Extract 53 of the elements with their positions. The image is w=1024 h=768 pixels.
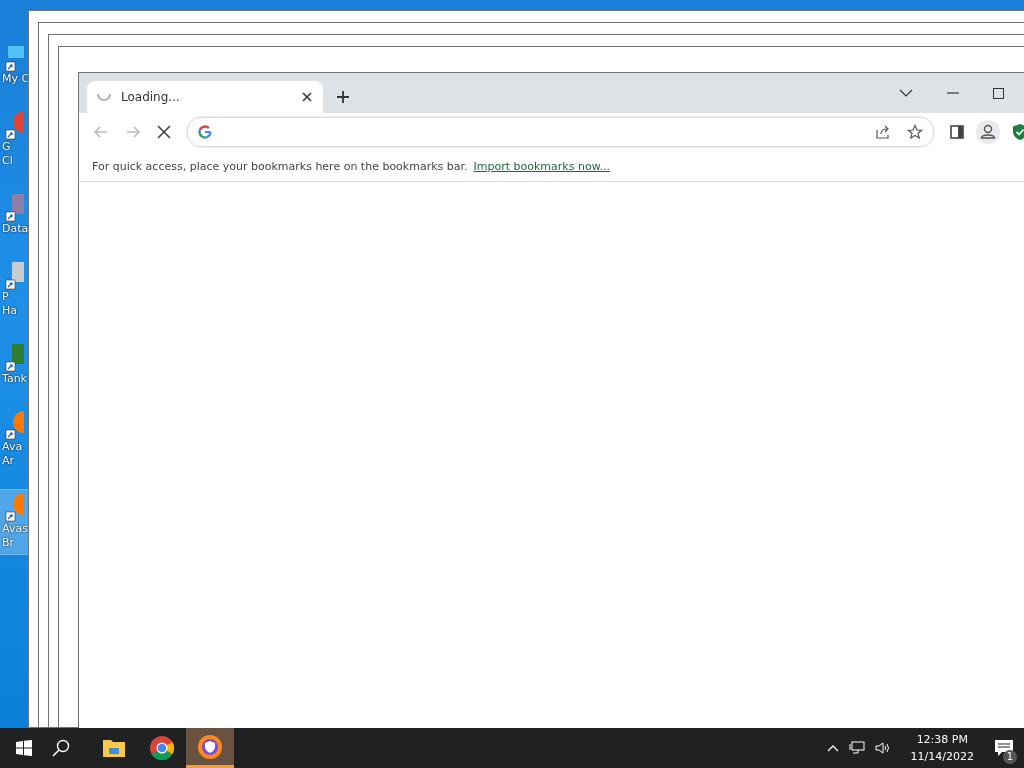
clock[interactable]: 12:38 PM 11/14/2022 — [900, 731, 984, 765]
import-bookmarks-link[interactable]: Import bookmarks now... — [473, 159, 611, 173]
close-icon[interactable] — [301, 91, 313, 103]
icon-label: Avas — [2, 522, 28, 536]
chevron-up-icon[interactable] — [826, 744, 839, 752]
taskbar-app[interactable] — [186, 728, 234, 768]
start-icon[interactable] — [16, 740, 32, 756]
tab-search-icon[interactable] — [899, 88, 913, 98]
shield-browser-icon — [198, 734, 222, 759]
spinner-icon — [97, 93, 111, 101]
icon-label: My C — [2, 72, 30, 86]
time: 12:38 PM — [916, 732, 968, 748]
desktop-icon[interactable]: My C — [0, 40, 30, 90]
notification-count: 1 — [1003, 750, 1017, 764]
icon-label: G — [2, 140, 11, 154]
desktop-icon[interactable]: P Ha — [0, 258, 30, 322]
app-icon — [4, 110, 24, 140]
network-icon[interactable] — [848, 741, 865, 755]
maximize-icon[interactable] — [993, 87, 1004, 99]
tab-title: Loading... — [121, 90, 181, 104]
stop-icon[interactable] — [157, 125, 171, 139]
date: 11/14/2022 — [910, 749, 974, 765]
icon-label: P — [2, 290, 9, 304]
speaker-icon[interactable] — [874, 741, 891, 755]
desktop-icon[interactable]: Data — [0, 190, 30, 240]
profile-icon[interactable] — [976, 120, 1000, 144]
app-icon — [4, 260, 24, 290]
icon-label: Tank — [2, 372, 27, 386]
shield-icon[interactable] — [1012, 123, 1024, 141]
search-icon[interactable] — [52, 739, 70, 757]
icon-label: Cl — [2, 154, 13, 168]
app-icon — [4, 342, 24, 372]
desktop-icon[interactable]: Ava Ar — [0, 408, 30, 472]
new-tab-icon[interactable] — [335, 89, 351, 105]
bookmark-star-icon[interactable] — [907, 124, 923, 140]
icon-label: Br — [2, 536, 15, 550]
chrome-icon — [150, 736, 174, 760]
app-icon — [4, 410, 24, 440]
side-panel-icon[interactable] — [950, 125, 964, 139]
share-icon[interactable] — [875, 124, 891, 140]
address-field[interactable] — [187, 117, 934, 147]
desktop-icon[interactable]: Tank — [0, 340, 30, 390]
desktop-icon[interactable]: G Cl — [0, 108, 30, 172]
icon-label: Ava — [2, 440, 23, 454]
icon-label: Ar — [2, 454, 15, 468]
app-icon — [4, 492, 24, 522]
google-icon — [198, 125, 212, 139]
icon-label: Ha — [2, 304, 17, 318]
folder-icon — [102, 738, 126, 758]
browser-tab[interactable]: Loading... — [87, 81, 323, 113]
icon-label: Data — [2, 222, 29, 236]
bookmarks-hint: For quick access, place your bookmarks here on the bookmarks bar. — [92, 159, 468, 173]
app-icon — [4, 192, 24, 222]
